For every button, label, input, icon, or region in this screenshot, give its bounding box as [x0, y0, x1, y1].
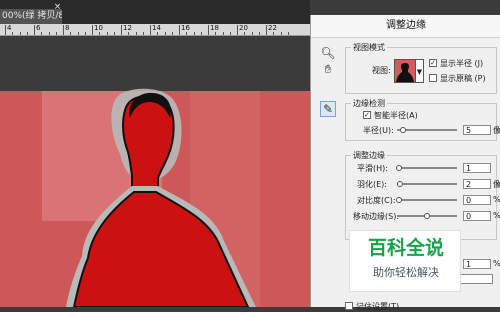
- smooth-label: 平滑(H):: [357, 164, 388, 173]
- zoom-icon[interactable]: 🔍︎: [320, 45, 336, 61]
- smart-radius-checkbox[interactable]: ✓: [363, 111, 371, 119]
- ruler-minor-tick: [200, 32, 202, 35]
- radius-slider-track[interactable]: [397, 129, 457, 131]
- ruler-major-tick: [266, 25, 267, 35]
- ruler-minor-tick: [26, 32, 28, 35]
- radius-slider-thumb[interactable]: [400, 127, 406, 133]
- horizontal-ruler: 4 6 8 10 12 14 16 18 20 22: [0, 24, 310, 36]
- ruler-major-tick: [63, 25, 64, 35]
- ruler-minor-tick: [258, 32, 260, 35]
- ruler-number: 8: [65, 24, 70, 32]
- show-original-label: 显示原稿 (P): [440, 74, 486, 83]
- ruler-minor-tick: [280, 32, 282, 35]
- feather-unit: 像: [493, 180, 500, 189]
- ruler-minor-tick: [164, 32, 166, 35]
- ruler-minor-tick: [251, 32, 253, 35]
- ruler-major-tick: [92, 25, 93, 35]
- view-mode-thumbnail[interactable]: [394, 59, 416, 83]
- ruler-minor-tick: [106, 32, 108, 35]
- ruler-major-tick: [121, 25, 122, 35]
- watermark-logo: 百科全说 助你轻松解决: [349, 230, 461, 292]
- contrast-slider-track[interactable]: [397, 199, 457, 201]
- ruler-minor-tick: [48, 32, 50, 35]
- ruler-number: 6: [36, 24, 41, 32]
- ruler-minor-tick: [186, 32, 188, 35]
- ruler-minor-tick: [135, 32, 137, 35]
- ruler-number: 4: [7, 24, 12, 32]
- view-label: 视图:: [372, 66, 391, 75]
- ruler-major-tick: [179, 25, 180, 35]
- output-amount-unit: %: [493, 259, 500, 268]
- edge-detection-group-label: 边缘检测: [351, 98, 387, 109]
- ruler-major-tick: [237, 25, 238, 35]
- ruler-minor-tick: [229, 32, 231, 35]
- ruler-minor-tick: [244, 32, 246, 35]
- ruler-minor-tick: [99, 32, 101, 35]
- contrast-input[interactable]: 0: [463, 195, 491, 205]
- contrast-label: 对比度(C):: [357, 196, 396, 205]
- ruler-minor-tick: [55, 32, 57, 35]
- ruler-minor-tick: [70, 32, 72, 35]
- person-silhouette: [66, 88, 256, 307]
- feather-slider-track[interactable]: [397, 183, 457, 185]
- refine-edge-dialog: 调整边缘 🔍︎ ✋︎ ✎ 视图模式 视图: ▼ ✓ 显示半径 (J) 显示原稿 …: [310, 15, 500, 311]
- hand-icon[interactable]: ✋︎: [320, 61, 336, 77]
- refine-radius-brush-icon[interactable]: ✎: [320, 101, 336, 117]
- feather-slider-thumb[interactable]: [397, 181, 403, 187]
- watermark-subtitle: 助你轻松解决: [373, 266, 439, 279]
- show-radius-checkbox[interactable]: ✓: [429, 59, 437, 67]
- view-mode-group-label: 视图模式: [351, 42, 387, 53]
- close-tab-icon[interactable]: ×: [53, 0, 62, 15]
- view-mode-dropdown-arrow[interactable]: ▼: [416, 59, 424, 83]
- radius-label: 半径(U):: [363, 126, 394, 135]
- ruler-minor-tick: [77, 32, 79, 35]
- shift-edge-label: 移动边缘(S):: [353, 212, 400, 221]
- show-radius-label: 显示半径 (J): [440, 59, 484, 68]
- dialog-title: 调整边缘: [311, 15, 500, 38]
- ruler-minor-tick: [171, 32, 173, 35]
- smooth-input[interactable]: 1: [463, 163, 491, 173]
- ruler-minor-tick: [142, 32, 144, 35]
- ruler-minor-tick: [273, 32, 275, 35]
- feather-input[interactable]: 2: [463, 179, 491, 189]
- smooth-slider-thumb[interactable]: [396, 165, 402, 171]
- ruler-minor-tick: [12, 32, 14, 35]
- ruler-minor-tick: [215, 32, 217, 35]
- ruler-minor-tick: [113, 32, 115, 35]
- ruler-major-tick: [5, 25, 6, 35]
- remember-settings-checkbox[interactable]: [345, 302, 353, 310]
- ruler-minor-tick: [222, 32, 224, 35]
- ruler-minor-tick: [84, 32, 86, 35]
- smart-radius-label: 智能半径(A): [374, 111, 418, 120]
- ruler-minor-tick: [19, 32, 21, 35]
- shift-edge-input[interactable]: 0: [463, 211, 491, 221]
- contrast-slider-thumb[interactable]: [396, 197, 402, 203]
- ruler-major-tick: [34, 25, 35, 35]
- ruler-minor-tick: [128, 32, 130, 35]
- ruler-minor-tick: [193, 32, 195, 35]
- ruler-minor-tick: [41, 32, 43, 35]
- canvas-area[interactable]: [0, 36, 310, 307]
- document-tab-bar: 00%(绿 拷贝/8) * ×: [0, 0, 310, 24]
- ruler-minor-tick: [287, 32, 289, 35]
- shift-edge-unit: %: [493, 211, 500, 220]
- smooth-slider-track[interactable]: [397, 167, 457, 169]
- ruler-major-tick: [208, 25, 209, 35]
- ruler-minor-tick: [157, 32, 159, 35]
- ruler-major-tick: [150, 25, 151, 35]
- feather-label: 羽化(E):: [357, 180, 387, 189]
- view-thumbnail-image: [396, 63, 414, 82]
- output-amount-input[interactable]: 1: [463, 259, 491, 269]
- shift-edge-slider-thumb[interactable]: [424, 213, 430, 219]
- radius-input[interactable]: 5: [463, 125, 491, 135]
- adjust-edge-group-label: 调整边缘: [351, 150, 387, 161]
- contrast-unit: %: [493, 195, 500, 204]
- watermark-title: 百科全说: [367, 237, 444, 259]
- radius-unit: 像: [493, 126, 500, 135]
- show-original-checkbox[interactable]: [429, 74, 437, 82]
